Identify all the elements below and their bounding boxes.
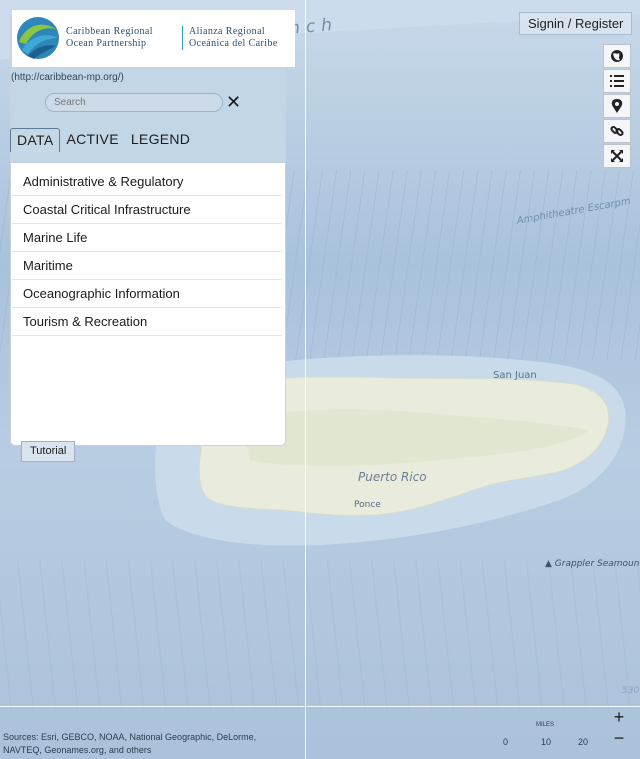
tab-legend[interactable]: LEGEND: [125, 128, 196, 151]
south-relief: [0, 560, 640, 710]
scale-label-0: 0: [503, 737, 509, 747]
scale-unit: MILES: [536, 722, 555, 728]
fullscreen-icon[interactable]: [603, 144, 631, 168]
category-maritime[interactable]: Maritime: [12, 252, 282, 280]
scale-label-10: 10: [541, 737, 552, 747]
org-es-line2: Oceánica del Caribe: [189, 38, 278, 49]
grappler-label-text: Grappler Seamount: [554, 559, 640, 569]
scale-label-20: 20: [578, 737, 589, 747]
grappler-seamount-label: ▲ Grappler Seamount: [545, 559, 640, 569]
graticule-line-horizontal: [0, 706, 640, 707]
category-administrative-regulatory[interactable]: Administrative & Regulatory: [12, 168, 282, 196]
tutorial-button[interactable]: Tutorial: [21, 441, 76, 462]
ponce-label: Ponce: [354, 500, 381, 510]
tab-active[interactable]: ACTIVE: [60, 128, 124, 151]
close-icon[interactable]: ✕: [226, 92, 241, 112]
globe-icon[interactable]: [603, 44, 631, 68]
zoom-out-button[interactable]: −: [610, 729, 628, 747]
category-oceanographic-information[interactable]: Oceanographic Information: [12, 280, 282, 308]
map-marker-icon[interactable]: [603, 94, 631, 118]
category-coastal-critical-infrastructure[interactable]: Coastal Critical Infrastructure: [12, 196, 282, 224]
org-en-line1: Caribbean Regional: [66, 26, 153, 37]
globe-logo-icon: [17, 17, 59, 59]
puerto-rico-label: Puerto Rico: [358, 470, 427, 484]
logo[interactable]: Caribbean Regional Ocean Partnership Ali…: [12, 10, 295, 67]
category-marine-life[interactable]: Marine Life: [12, 224, 282, 252]
org-es-line1: Alianza Regional: [189, 26, 266, 37]
map-toolbar: [603, 44, 631, 169]
zoom-in-button[interactable]: +: [610, 708, 628, 726]
depth-label: 530: [622, 686, 640, 696]
san-juan-label: San Juan: [493, 370, 537, 381]
list-icon[interactable]: [603, 69, 631, 93]
data-category-list: Administrative & Regulatory Coastal Crit…: [12, 168, 282, 336]
org-name-english: Caribbean Regional Ocean Partnership: [66, 26, 153, 50]
signin-register-button[interactable]: Signin / Register: [519, 12, 633, 35]
org-en-line2: Ocean Partnership: [66, 38, 147, 49]
map-attribution: Sources: Esri, GEBCO, NOAA, National Geo…: [3, 732, 257, 755]
site-url-link[interactable]: (http://caribbean-mp.org/): [11, 72, 124, 83]
tab-data[interactable]: DATA: [10, 128, 61, 152]
search-input[interactable]: [45, 93, 223, 112]
category-tourism-recreation[interactable]: Tourism & Recreation: [12, 308, 282, 336]
panel-tabs: DATA ACTIVE LEGEND: [10, 128, 196, 152]
graticule-line-vertical: [305, 0, 306, 759]
link-icon[interactable]: [603, 119, 631, 143]
org-name-spanish: Alianza Regional Oceánica del Caribe: [182, 26, 278, 50]
